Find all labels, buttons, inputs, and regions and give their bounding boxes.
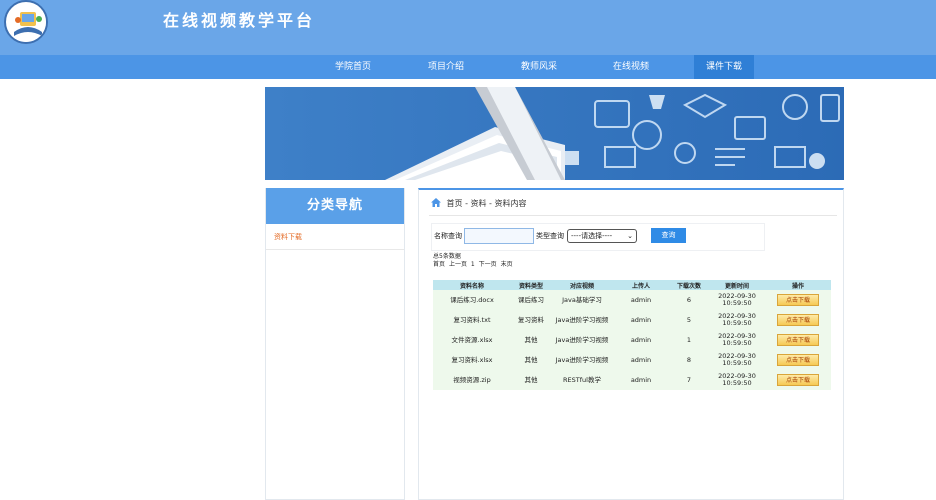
nav-item-courseware-download[interactable]: 课件下载 bbox=[694, 55, 754, 79]
cell-name: 课后练习.docx bbox=[433, 290, 511, 310]
pagination: 首页 上一页 1 下一页 末页 bbox=[433, 261, 515, 269]
header: 在线视频教学平台 bbox=[0, 0, 936, 55]
logo-graphic bbox=[7, 3, 46, 42]
cell-updated-time: 10:59:50 bbox=[722, 299, 752, 307]
table-header-row: 资料名称 资料类型 对应视频 上传人 下载次数 更新时间 操作 bbox=[433, 280, 831, 290]
breadcrumb-text: 首页 - 资料 - 资料内容 bbox=[446, 199, 527, 208]
download-button[interactable]: 点击下载 bbox=[777, 314, 819, 326]
cell-action: 点击下载 bbox=[765, 350, 831, 370]
table-row: 文件资源.xlsx 其他 Java进阶学习视频 admin 1 2022-09-… bbox=[433, 330, 831, 350]
nav-item-project-intro[interactable]: 项目介绍 bbox=[416, 55, 476, 79]
table-row: 课后练习.docx 课后练习 Java基础学习 admin 6 2022-09-… bbox=[433, 290, 831, 310]
cell-type: 其他 bbox=[511, 370, 551, 390]
cell-video: Java基础学习 bbox=[551, 290, 613, 310]
category-sidebar: 分类导航 资料下载 bbox=[265, 188, 405, 500]
cell-action: 点击下载 bbox=[765, 310, 831, 330]
cell-downloads: 6 bbox=[669, 290, 709, 310]
name-search-label: 名称查询 bbox=[434, 232, 462, 240]
download-button[interactable]: 点击下载 bbox=[777, 374, 819, 386]
cell-updated: 2022-09-30 10:59:50 bbox=[709, 310, 765, 330]
banner bbox=[265, 87, 844, 180]
download-button[interactable]: 点击下载 bbox=[777, 354, 819, 366]
cell-updated: 2022-09-30 10:59:50 bbox=[709, 350, 765, 370]
cell-type: 其他 bbox=[511, 350, 551, 370]
total-count: 总5条数据 bbox=[433, 253, 461, 260]
breadcrumb: 首页 - 资料 - 资料内容 bbox=[431, 198, 527, 209]
banner-illustration bbox=[265, 87, 844, 180]
cell-action: 点击下载 bbox=[765, 290, 831, 310]
site-title: 在线视频教学平台 bbox=[163, 11, 316, 30]
pager-current: 1 bbox=[470, 261, 475, 268]
cell-video: Java进阶学习视频 bbox=[551, 310, 613, 330]
sidebar-title: 分类导航 bbox=[266, 188, 404, 224]
search-form: 名称查询 类型查询 ----请选择---- ⌄ 查询 bbox=[431, 223, 765, 251]
cell-name: 复习资料.xlsx bbox=[433, 350, 511, 370]
cell-uploader: admin bbox=[613, 350, 669, 370]
cell-uploader: admin bbox=[613, 310, 669, 330]
cell-updated-time: 10:59:50 bbox=[722, 379, 752, 387]
pager-prev[interactable]: 上一页 bbox=[449, 261, 467, 268]
materials-table: 资料名称 资料类型 对应视频 上传人 下载次数 更新时间 操作 课后练习.doc… bbox=[433, 280, 831, 390]
table-row: 复习资料.xlsx 其他 Java进阶学习视频 admin 8 2022-09-… bbox=[433, 350, 831, 370]
col-header-type: 资料类型 bbox=[511, 280, 551, 290]
name-search-input[interactable] bbox=[464, 228, 534, 244]
home-icon bbox=[431, 198, 441, 207]
col-header-uploader: 上传人 bbox=[613, 280, 669, 290]
sidebar-item-materials-download[interactable]: 资料下载 bbox=[266, 224, 404, 250]
cell-type: 课后练习 bbox=[511, 290, 551, 310]
pager-next[interactable]: 下一页 bbox=[479, 261, 497, 268]
cell-updated-time: 10:59:50 bbox=[722, 359, 752, 367]
cell-updated: 2022-09-30 10:59:50 bbox=[709, 370, 765, 390]
cell-downloads: 8 bbox=[669, 350, 709, 370]
col-header-updated: 更新时间 bbox=[709, 280, 765, 290]
cell-downloads: 7 bbox=[669, 370, 709, 390]
cell-updated: 2022-09-30 10:59:50 bbox=[709, 330, 765, 350]
col-header-downloads: 下载次数 bbox=[669, 280, 709, 290]
cell-name: 视频资源.zip bbox=[433, 370, 511, 390]
cell-uploader: admin bbox=[613, 370, 669, 390]
content-panel: 首页 - 资料 - 资料内容 名称查询 类型查询 ----请选择---- ⌄ 查… bbox=[418, 188, 844, 500]
cell-video: Java进阶学习视频 bbox=[551, 330, 613, 350]
divider bbox=[429, 215, 837, 216]
col-header-name: 资料名称 bbox=[433, 280, 511, 290]
cell-uploader: admin bbox=[613, 330, 669, 350]
download-button[interactable]: 点击下载 bbox=[777, 294, 819, 306]
cell-type: 复习资料 bbox=[511, 310, 551, 330]
nav-item-teachers[interactable]: 教师风采 bbox=[509, 55, 569, 79]
query-button[interactable]: 查询 bbox=[651, 228, 686, 243]
table-row: 复习资料.txt 复习资料 Java进阶学习视频 admin 5 2022-09… bbox=[433, 310, 831, 330]
cell-action: 点击下载 bbox=[765, 330, 831, 350]
col-header-video: 对应视频 bbox=[551, 280, 613, 290]
col-header-action: 操作 bbox=[765, 280, 831, 290]
cell-downloads: 5 bbox=[669, 310, 709, 330]
logo bbox=[4, 0, 48, 44]
download-button[interactable]: 点击下载 bbox=[777, 334, 819, 346]
type-search-select[interactable]: ----请选择---- ⌄ bbox=[567, 229, 637, 243]
cell-type: 其他 bbox=[511, 330, 551, 350]
pager-first[interactable]: 首页 bbox=[433, 261, 445, 268]
table-row: 视频资源.zip 其他 RESTful教学 admin 7 2022-09-30… bbox=[433, 370, 831, 390]
cell-uploader: admin bbox=[613, 290, 669, 310]
pager-last[interactable]: 末页 bbox=[501, 261, 513, 268]
cell-video: Java进阶学习视频 bbox=[551, 350, 613, 370]
cell-updated-time: 10:59:50 bbox=[722, 339, 752, 347]
nav-item-online-video[interactable]: 在线视频 bbox=[601, 55, 661, 79]
cell-video: RESTful教学 bbox=[551, 370, 613, 390]
type-select-value: ----请选择---- bbox=[571, 232, 613, 240]
cell-name: 复习资料.txt bbox=[433, 310, 511, 330]
chevron-down-icon: ⌄ bbox=[627, 232, 633, 240]
cell-updated: 2022-09-30 10:59:50 bbox=[709, 290, 765, 310]
main-nav: 学院首页 项目介绍 教师风采 在线视频 课件下载 bbox=[0, 55, 936, 79]
type-search-label: 类型查询 bbox=[536, 232, 564, 240]
cell-updated-time: 10:59:50 bbox=[722, 319, 752, 327]
cell-action: 点击下载 bbox=[765, 370, 831, 390]
nav-item-home[interactable]: 学院首页 bbox=[323, 55, 383, 79]
cell-downloads: 1 bbox=[669, 330, 709, 350]
cell-name: 文件资源.xlsx bbox=[433, 330, 511, 350]
